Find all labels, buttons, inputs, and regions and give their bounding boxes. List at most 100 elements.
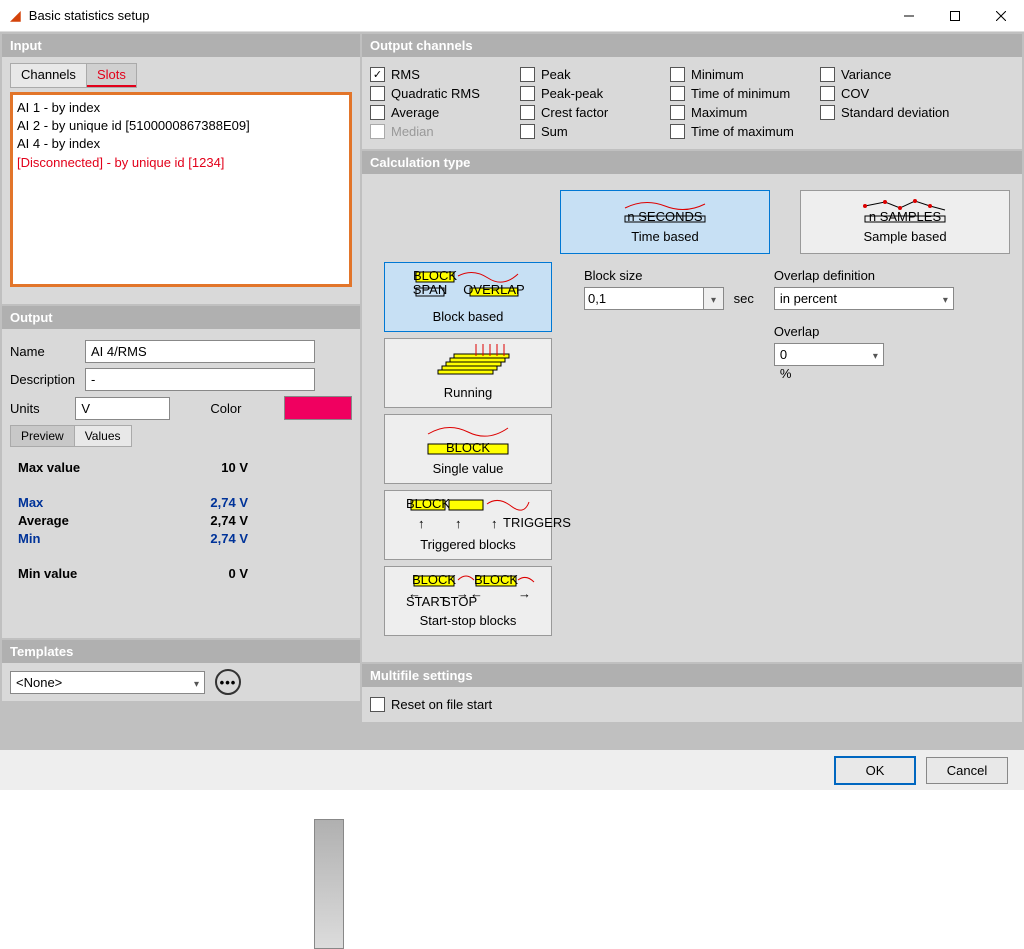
svg-text:BLOCK: BLOCK [412,572,456,587]
calculation-type-section: Calculation type n SECONDS Time based n … [362,151,1022,662]
output-tabs: Preview Values [10,425,132,447]
cb-tmax[interactable]: Time of maximum [670,124,802,139]
templates-header: Templates [2,640,360,663]
window-title: Basic statistics setup [29,8,886,23]
multifile-section: Multifile settings Reset on file start [362,664,1022,722]
calc-running[interactable]: Running [384,338,552,408]
calc-single-value[interactable]: BLOCK Single value [384,414,552,484]
svg-text:OVERLAP: OVERLAP [463,282,524,297]
calc-block-based[interactable]: BLOCKSPANOVERLAP Block based [384,262,552,332]
description-input[interactable] [85,368,315,391]
calc-time-based[interactable]: n SECONDS Time based [560,190,770,254]
overlap-select[interactable]: 0 [774,343,884,366]
cb-peakpeak[interactable]: Peak-peak [520,86,652,101]
color-label: Color [210,401,275,416]
min-value-num: 2,74 V [188,531,248,546]
max-label: Max [18,495,188,510]
output-channels-section: Output channels ✓RMS Quadratic RMS Avera… [362,34,1022,149]
svg-text:SPAN: SPAN [413,282,447,297]
min-value-label: Min value [18,566,188,581]
cb-max[interactable]: Maximum [670,105,802,120]
cb-min[interactable]: Minimum [670,67,802,82]
preview-panel: Max value10 V Max2,74 V Average2,74 V Mi… [10,447,352,594]
cb-tmin[interactable]: Time of minimum [670,86,802,101]
input-tabs: Channels Slots [10,63,137,88]
description-label: Description [10,372,85,387]
cb-cov[interactable]: COV [820,86,972,101]
template-value: <None> [16,675,62,690]
calc-header: Calculation type [362,151,1022,174]
overlap-label: Overlap [774,324,954,339]
output-header: Output [2,306,360,329]
overlap-def-label: Overlap definition [774,268,954,283]
cb-median: Median [370,124,502,139]
chevron-down-icon [943,291,948,306]
close-button[interactable] [978,0,1024,32]
cb-peak[interactable]: Peak [520,67,652,82]
calc-start-stop-blocks[interactable]: BLOCKBLOCK←→←→STARTSTOP Start-stop block… [384,566,552,636]
svg-text:→: → [518,586,531,601]
cb-crest[interactable]: Crest factor [520,105,652,120]
cancel-button[interactable]: Cancel [926,757,1008,784]
avg-label: Average [18,513,188,528]
minimize-button[interactable] [886,0,932,32]
chevron-down-icon [873,347,878,362]
dialog-footer: OK Cancel [0,750,1024,790]
input-list[interactable]: AI 1 - by index AI 2 - by unique id [510… [10,92,352,287]
cb-std[interactable]: Standard deviation [820,105,972,120]
svg-text:n SAMPLES: n SAMPLES [869,209,942,224]
units-label: Units [10,401,75,416]
cb-reset-file-start[interactable]: Reset on file start [370,697,996,712]
svg-text:BLOCK: BLOCK [413,268,457,283]
svg-text:BLOCK: BLOCK [474,572,518,587]
tab-preview[interactable]: Preview [11,426,75,446]
svg-text:↑: ↑ [418,516,425,531]
max-value-label: Max value [18,460,188,475]
block-size-label: Block size [584,268,754,283]
list-item[interactable]: AI 2 - by unique id [5100000867388E09] [17,117,345,135]
template-select[interactable]: <None> [10,671,205,694]
tab-channels[interactable]: Channels [11,64,87,87]
input-section: Input Channels Slots AI 1 - by index AI … [2,34,360,304]
app-icon: ◢ [10,7,21,24]
template-more-button[interactable]: ••• [215,669,241,695]
cb-rms[interactable]: ✓RMS [370,67,502,82]
cb-qrms[interactable]: Quadratic RMS [370,86,502,101]
calc-triggered-blocks[interactable]: BLOCK↑↑↑TRIGGERS Triggered blocks [384,490,552,560]
name-input[interactable] [85,340,315,363]
list-item[interactable]: AI 4 - by index [17,135,345,153]
tab-slots[interactable]: Slots [87,64,136,87]
units-input[interactable] [75,397,170,420]
max-value-num: 2,74 V [188,495,248,510]
calc-sample-based[interactable]: n SAMPLES Sample based [800,190,1010,254]
chevron-down-icon [194,675,199,690]
avg-value-num: 2,74 V [188,513,248,528]
maximize-button[interactable] [932,0,978,32]
list-item[interactable]: AI 1 - by index [17,99,345,117]
list-item-disconnected[interactable]: [Disconnected] - by unique id [1234] [17,154,345,172]
min-label: Min [18,531,188,546]
titlebar: ◢ Basic statistics setup [0,0,1024,32]
ok-button[interactable]: OK [834,756,916,785]
overlap-unit: % [780,366,792,381]
overlap-def-select[interactable]: in percent [774,287,954,310]
block-size-unit: sec [734,291,754,306]
svg-text:↑: ↑ [455,516,462,531]
block-size-input[interactable] [584,287,704,310]
cb-avg[interactable]: Average [370,105,502,120]
tab-values[interactable]: Values [75,426,131,446]
color-swatch[interactable] [284,396,352,420]
svg-text:↑: ↑ [491,516,498,531]
name-label: Name [10,344,85,359]
multifile-header: Multifile settings [362,664,1022,687]
block-size-field: Block size sec [584,268,754,310]
block-size-dropdown[interactable] [704,287,724,310]
cb-sum[interactable]: Sum [520,124,652,139]
output-section: Output Name Description Units Color [2,306,360,638]
input-header: Input [2,34,360,57]
level-bar [314,819,344,949]
max-value: 10 V [188,460,248,475]
svg-text:n SECONDS: n SECONDS [627,209,702,224]
cb-var[interactable]: Variance [820,67,972,82]
overlap-def-field: Overlap definition in percent [774,268,954,310]
